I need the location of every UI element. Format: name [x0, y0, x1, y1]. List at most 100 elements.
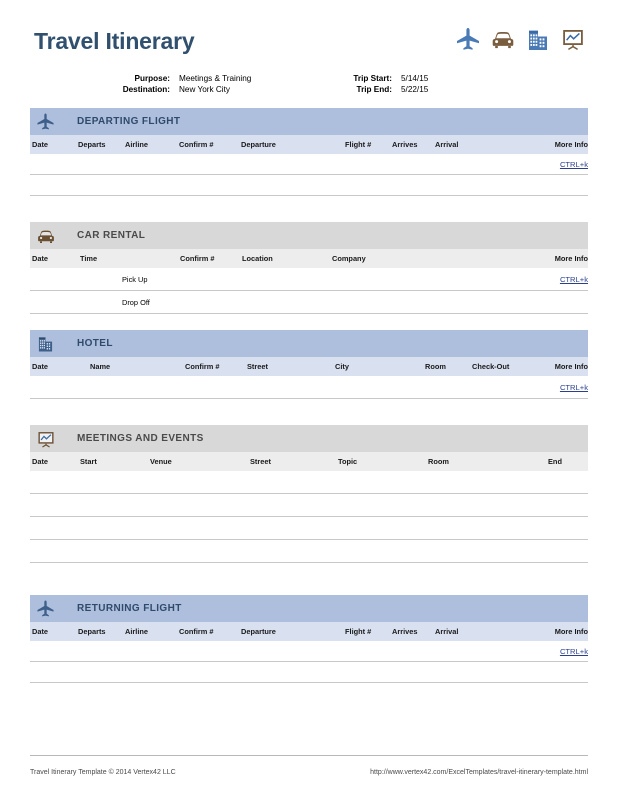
column-header-more-info: More Info — [554, 362, 588, 371]
column-header-street: Street — [250, 457, 271, 466]
column-header-time: Time — [80, 254, 98, 263]
hotel-column-headers: Date Name Confirm # Street City Room Che… — [30, 357, 588, 376]
trip-end-label: Trip End: — [356, 85, 392, 94]
section-departing-flight: DEPARTING FLIGHT Date Departs Airline Co… — [30, 108, 588, 196]
trip-end-value[interactable]: 5/22/15 — [392, 84, 471, 96]
column-header-street: Street — [247, 362, 268, 371]
document-header: Travel Itinerary Purpose: Meetings & Tra… — [30, 0, 588, 94]
table-row[interactable] — [30, 175, 588, 196]
section-title: MEETINGS AND EVENTS — [77, 433, 204, 444]
column-header-company: Company — [332, 254, 366, 263]
purpose-row: Purpose: Meetings & Training — [108, 73, 339, 85]
column-header-departs: Departs — [78, 627, 106, 636]
column-header-departs: Departs — [78, 140, 106, 149]
section-meetings-and-events: MEETINGS AND EVENTS Date Start Venue Str… — [30, 425, 588, 563]
meetings-rows — [30, 471, 588, 563]
cell-more-info[interactable]: CTRL+k — [541, 647, 588, 656]
column-header-confirm: Confirm # — [179, 627, 214, 636]
column-header-name: Name — [90, 362, 111, 371]
column-header-date: Date — [32, 362, 49, 371]
column-header-confirm: Confirm # — [180, 254, 215, 263]
column-header-arrival: Arrival — [435, 627, 459, 636]
table-row[interactable] — [30, 471, 588, 494]
table-row[interactable]: Pick Up CTRL+k — [30, 268, 588, 291]
car-icon — [36, 226, 62, 246]
destination-value[interactable]: New York City — [170, 84, 339, 96]
purpose-label: Purpose: — [134, 74, 171, 83]
purpose-value[interactable]: Meetings & Training — [170, 73, 339, 85]
table-row[interactable]: Drop Off — [30, 291, 588, 314]
trip-end-row: Trip End: 5/22/15 — [330, 84, 471, 96]
trip-meta: Purpose: Meetings & Training Destination:… — [30, 45, 588, 94]
column-header-date: Date — [32, 254, 49, 263]
car-rental-column-headers: Date Time Confirm # Location Company Mor… — [30, 249, 588, 268]
trip-start-label: Trip Start: — [353, 74, 392, 83]
column-header-more-info: More Info — [554, 627, 588, 636]
column-header-flight-number: Flight # — [345, 627, 372, 636]
document-footer: Travel Itinerary Template © 2014 Vertex4… — [30, 755, 588, 783]
more-info-link[interactable]: CTRL+k — [560, 275, 588, 284]
column-header-date: Date — [32, 457, 49, 466]
column-header-more-info: More Info — [554, 254, 588, 263]
footer-copyright: Travel Itinerary Template © 2014 Vertex4… — [30, 768, 176, 776]
cell-more-info[interactable]: CTRL+k — [541, 160, 588, 169]
building-icon — [36, 334, 62, 353]
cell-time: Pick Up — [122, 274, 148, 284]
column-header-room: Room — [428, 457, 449, 466]
table-row[interactable] — [30, 517, 588, 540]
destination-row: Destination: New York City — [108, 84, 339, 96]
destination-label: Destination: — [122, 85, 170, 94]
section-hotel: HOTEL Date Name Confirm # Street City Ro… — [30, 330, 588, 399]
section-car-rental: CAR RENTAL Date Time Confirm # Location … — [30, 222, 588, 314]
returning-flight-rows: CTRL+k — [30, 641, 588, 683]
table-row[interactable] — [30, 494, 588, 517]
trip-start-row: Trip Start: 5/14/15 — [330, 73, 471, 85]
departing-flight-header: DEPARTING FLIGHT — [30, 108, 588, 135]
departing-flight-column-headers: Date Departs Airline Confirm # Departure… — [30, 135, 588, 154]
column-header-venue: Venue — [150, 457, 172, 466]
table-row[interactable]: CTRL+k — [30, 641, 588, 662]
plane-icon — [36, 112, 62, 131]
column-header-date: Date — [32, 627, 49, 636]
cell-time: Drop Off — [122, 297, 150, 307]
section-returning-flight: RETURNING FLIGHT Date Departs Airline Co… — [30, 595, 588, 683]
returning-flight-column-headers: Date Departs Airline Confirm # Departure… — [30, 622, 588, 641]
section-title: HOTEL — [77, 338, 113, 349]
column-header-end: End — [548, 457, 562, 466]
trip-start-value[interactable]: 5/14/15 — [392, 73, 471, 85]
plane-icon — [36, 599, 62, 618]
more-info-link[interactable]: CTRL+k — [560, 647, 588, 656]
table-row[interactable] — [30, 662, 588, 683]
section-title: RETURNING FLIGHT — [77, 603, 182, 614]
departing-flight-rows: CTRL+k — [30, 154, 588, 196]
column-header-arrives: Arrives — [392, 140, 418, 149]
table-row[interactable] — [30, 540, 588, 563]
column-header-departure: Departure — [241, 140, 276, 149]
returning-flight-header: RETURNING FLIGHT — [30, 595, 588, 622]
column-header-airline: Airline — [125, 627, 148, 636]
table-row[interactable]: CTRL+k — [30, 154, 588, 175]
column-header-departure: Departure — [241, 627, 276, 636]
section-title: CAR RENTAL — [77, 230, 146, 241]
more-info-link[interactable]: CTRL+k — [560, 160, 588, 169]
column-header-room: Room — [425, 362, 446, 371]
column-header-more-info: More Info — [554, 140, 588, 149]
footer-url[interactable]: http://www.vertex42.com/ExcelTemplates/t… — [370, 769, 588, 776]
section-title: DEPARTING FLIGHT — [77, 116, 181, 127]
cell-more-info[interactable]: CTRL+k — [493, 275, 588, 284]
column-header-flight-number: Flight # — [345, 140, 372, 149]
column-header-start: Start — [80, 457, 97, 466]
presentation-chart-icon — [36, 429, 62, 449]
more-info-link[interactable]: CTRL+k — [560, 383, 588, 392]
meetings-column-headers: Date Start Venue Street Topic Room End — [30, 452, 588, 471]
column-header-location: Location — [242, 254, 273, 263]
cell-more-info[interactable]: CTRL+k — [538, 383, 588, 392]
column-header-date: Date — [32, 140, 49, 149]
table-row[interactable]: CTRL+k — [30, 376, 588, 399]
column-header-arrives: Arrives — [392, 627, 418, 636]
column-header-confirm: Confirm # — [185, 362, 220, 371]
itinerary-page: Travel Itinerary Purpose: Meetings & Tra… — [0, 0, 618, 801]
